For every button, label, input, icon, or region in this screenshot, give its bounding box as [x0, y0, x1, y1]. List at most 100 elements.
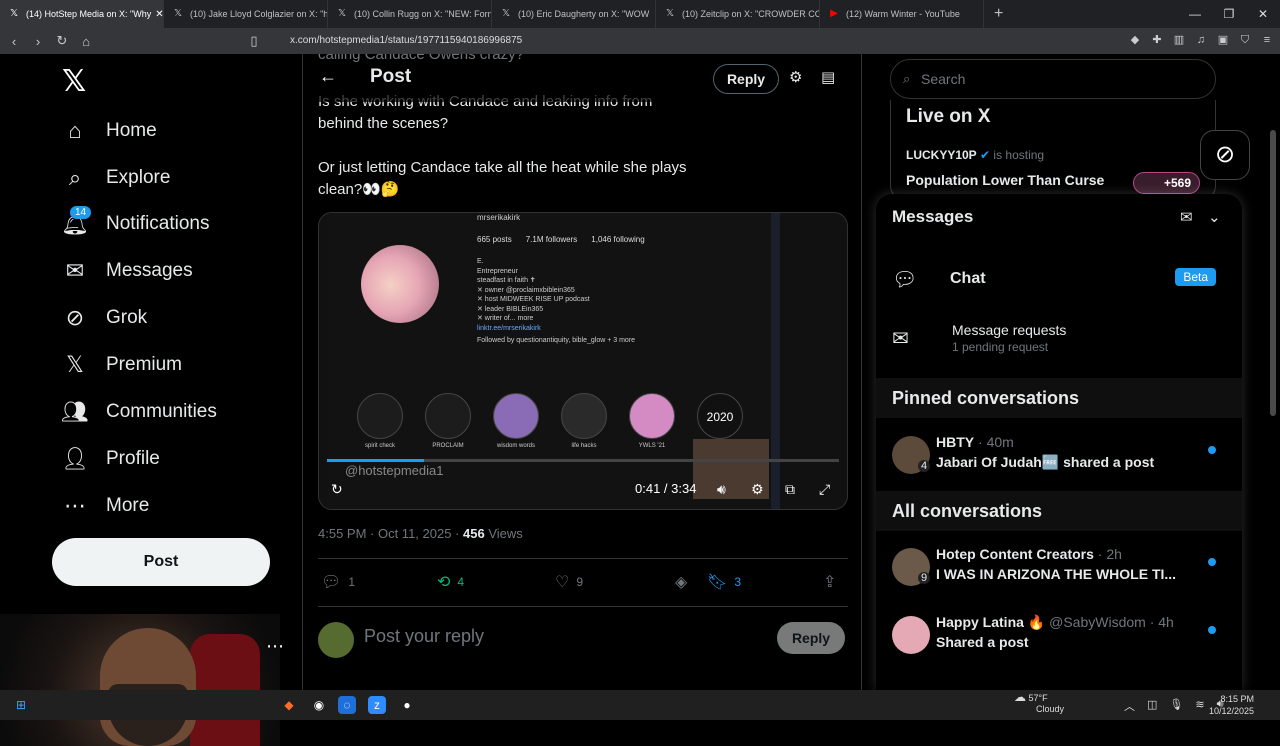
- shield-icon[interactable]: ⛉: [1238, 33, 1252, 47]
- app-icon[interactable]: ◌: [338, 696, 356, 714]
- reload-icon[interactable]: ↻: [52, 33, 72, 49]
- brave-icon[interactable]: ◆: [280, 696, 298, 714]
- inbox-icon: ✉: [892, 328, 909, 350]
- account-menu-icon[interactable]: ⋯: [266, 636, 284, 657]
- replay-icon[interactable]: ↻: [331, 481, 343, 498]
- browser-tab[interactable]: ▶ (12) Warm Winter - YouTube: [820, 0, 984, 28]
- notification-badge: 14: [70, 206, 92, 219]
- repost-icon: ⟲: [437, 574, 451, 591]
- minimize-icon[interactable]: —: [1178, 0, 1212, 28]
- sidebar-icon[interactable]: ▥: [1172, 33, 1186, 47]
- browser-tab[interactable]: 𝕏 (10) Eric Daugherty on X: "WOW: [492, 0, 656, 28]
- collapse-icon[interactable]: ⌄: [1208, 208, 1221, 226]
- video-time: 0:41 / 3:34: [635, 481, 697, 496]
- post-button[interactable]: Post: [52, 538, 270, 586]
- ig-highlight: spirit check: [357, 393, 403, 449]
- pip-icon[interactable]: ⧉: [785, 481, 795, 498]
- home-icon[interactable]: ⌂: [76, 34, 96, 49]
- conversation-item[interactable]: 4 HBTY · 40m Jabari Of Judah🆓 shared a p…: [892, 432, 1226, 476]
- obs-icon[interactable]: ●: [398, 696, 416, 714]
- browser-extension-icons: ◆ ✚ ▥ ♫ ▣ ⛉ ≡: [1128, 33, 1274, 47]
- browser-tab-strip: 𝕏 (14) HotStep Media on X: "Why ✕ 𝕏 (10) Ja…: [0, 0, 1280, 28]
- search-input[interactable]: ⌕ Search: [890, 59, 1216, 99]
- x-icon: 𝕏: [665, 8, 675, 19]
- nav-premium[interactable]: 𝕏 Premium: [62, 345, 182, 385]
- nav-notifications[interactable]: 🔔︎ Notifications 14: [61, 204, 210, 244]
- back-arrow-icon[interactable]: ←: [319, 66, 337, 87]
- reply-action[interactable]: 💬︎ 1: [321, 572, 355, 592]
- video-player[interactable]: mrserikakirk 665 posts 7.1M followers 1,…: [318, 212, 848, 510]
- new-tab-button[interactable]: +: [994, 5, 1003, 23]
- nav-more[interactable]: ⋯ More: [62, 486, 149, 526]
- maximize-icon[interactable]: ❐: [1212, 0, 1246, 28]
- nav-explore[interactable]: ⌕ Explore: [62, 158, 171, 198]
- bookmark-action[interactable]: 🔖︎ 3: [707, 572, 741, 592]
- divider: [318, 606, 848, 607]
- ig-stats: 665 posts 7.1M followers 1,046 following: [477, 235, 645, 244]
- extension-icon[interactable]: ◆: [1128, 33, 1142, 47]
- browser-tab[interactable]: 𝕏 (10) Jake Lloyd Colglazier on X: "http: [164, 0, 328, 28]
- close-window-icon[interactable]: ✕: [1246, 0, 1280, 28]
- browser-tab[interactable]: 𝕏 (10) Zeitclip on X: "CROWDER CO: [656, 0, 820, 28]
- browser-tab[interactable]: 𝕏 (14) HotStep Media on X: "Why ✕: [0, 0, 164, 28]
- music-icon[interactable]: ♫: [1194, 33, 1208, 47]
- grok-action[interactable]: ◈: [675, 572, 687, 592]
- wallet-icon[interactable]: ▣: [1216, 33, 1230, 47]
- person-icon: 👤︎: [61, 446, 89, 471]
- browser-tab[interactable]: 𝕏 (10) Collin Rugg on X: "NEW: Former: [328, 0, 492, 28]
- conversation-item[interactable]: 9 Hotep Content Creators · 2h I WAS IN A…: [892, 544, 1226, 588]
- wifi-icon[interactable]: ≋: [1195, 698, 1204, 714]
- page-scrollbar[interactable]: [1270, 130, 1276, 416]
- x-icon: 𝕏: [66, 352, 84, 377]
- x-logo-icon[interactable]: 𝕏: [62, 64, 86, 99]
- x-icon: 𝕏: [337, 8, 347, 19]
- chat-bubble-icon: 💬︎: [892, 268, 918, 291]
- new-message-icon[interactable]: ✉: [1180, 208, 1193, 226]
- reply-button[interactable]: Reply: [777, 622, 845, 654]
- windows-start-icon[interactable]: ⊞: [12, 696, 30, 714]
- nav-profile[interactable]: 👤︎ Profile: [61, 439, 160, 479]
- reply-header-button[interactable]: Reply: [713, 64, 779, 94]
- share-action[interactable]: ⇪: [823, 572, 836, 592]
- live-space-name[interactable]: Population Lower Than Curse: [906, 172, 1104, 188]
- live-host[interactable]: LUCKYY10P ✔ is hosting: [906, 148, 1044, 162]
- unread-dot: [1208, 446, 1216, 454]
- like-action[interactable]: ♡ 9: [555, 572, 583, 592]
- weather-widget[interactable]: ☁ 57°F Cloudy: [1014, 691, 1064, 715]
- search-icon: ⌕: [68, 165, 82, 190]
- settings-icon[interactable]: ⚙: [751, 481, 764, 498]
- fullscreen-icon[interactable]: ⤢: [819, 481, 830, 498]
- volume-icon[interactable]: 🔊︎: [717, 481, 726, 498]
- x-icon: 𝕏: [9, 8, 19, 19]
- forward-icon[interactable]: ›: [28, 34, 48, 49]
- microphone-icon[interactable]: 🎙︎: [1169, 698, 1183, 714]
- divider: [318, 558, 848, 559]
- nav-home[interactable]: ⌂ Home: [62, 111, 156, 151]
- repost-action[interactable]: ⟲ 4: [437, 572, 464, 592]
- live-on-x-card: Live on X LUCKYY10P ✔ is hosting Populat…: [890, 100, 1216, 200]
- nav-grok[interactable]: ⊘ Grok: [62, 298, 147, 338]
- zoom-icon[interactable]: z: [368, 696, 386, 714]
- video-side-panel: [771, 213, 780, 509]
- menu-icon[interactable]: ≡: [1260, 33, 1274, 47]
- steam-icon[interactable]: ◉: [310, 696, 328, 714]
- grok-icon: ⊘: [65, 305, 85, 330]
- address-bar[interactable]: x.com/hotstepmedia1/status/1977115940186…: [270, 32, 990, 50]
- conversation-item[interactable]: Happy Latina 🔥 @SabyWisdom · 4h Shared a…: [892, 612, 1226, 656]
- nav-communities[interactable]: 👥︎ Communities: [61, 392, 217, 432]
- close-icon[interactable]: ✕: [151, 9, 163, 20]
- back-icon[interactable]: ‹: [4, 34, 24, 49]
- network-icon[interactable]: ◫: [1147, 698, 1157, 714]
- reply-input[interactable]: Post your reply: [364, 626, 484, 647]
- clock[interactable]: 8:15 PM 10/12/2025: [1208, 693, 1254, 717]
- puzzle-icon[interactable]: ✚: [1150, 33, 1164, 47]
- grok-float-button[interactable]: ⊘: [1200, 130, 1250, 180]
- bookmark-icon[interactable]: ▯: [244, 33, 264, 49]
- nav-messages[interactable]: ✉ Messages: [62, 251, 193, 291]
- chevron-up-icon[interactable]: ︿: [1124, 698, 1135, 714]
- layers-icon: ◈: [675, 574, 688, 591]
- sliders-icon[interactable]: ⚙: [789, 68, 802, 86]
- video-progress-bar[interactable]: [327, 459, 839, 462]
- chat-row[interactable]: 💬︎ Chat Beta: [892, 264, 1226, 294]
- reader-icon[interactable]: ▤: [821, 68, 835, 86]
